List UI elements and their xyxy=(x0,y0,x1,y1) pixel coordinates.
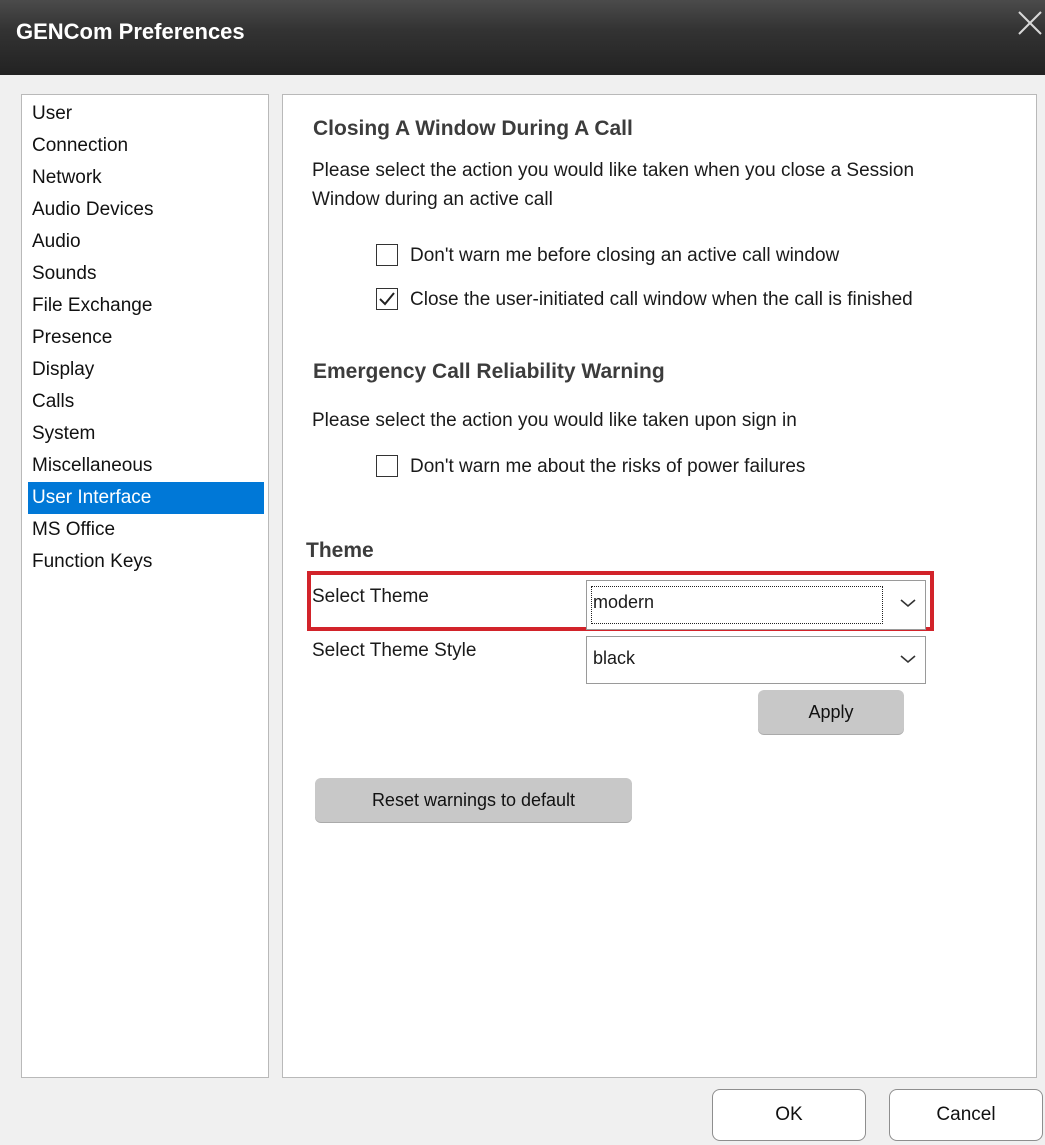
closing-section-heading: Closing A Window During A Call xyxy=(313,117,633,140)
nav-item-ms-office[interactable]: MS Office xyxy=(28,514,264,546)
nav-item-label: Network xyxy=(32,167,102,188)
nav-item-label: System xyxy=(32,423,96,444)
select-theme-dropdown[interactable]: modern xyxy=(586,580,926,630)
nav-item-display[interactable]: Display xyxy=(28,354,264,386)
nav-item-user[interactable]: User xyxy=(28,98,264,130)
closing-description-line2: Window during an active call xyxy=(312,189,553,210)
dont-warn-closing-checkbox[interactable] xyxy=(376,244,398,266)
nav-item-label: User Interface xyxy=(32,487,152,508)
nav-item-function-keys[interactable]: Function Keys xyxy=(28,546,264,578)
nav-item-label: File Exchange xyxy=(32,295,153,316)
nav-item-label: Presence xyxy=(32,327,113,348)
nav-item-label: Calls xyxy=(32,391,75,412)
close-call-window-label: Close the user-initiated call window whe… xyxy=(410,289,913,310)
nav-item-label: User xyxy=(32,103,73,124)
closing-description-line1: Please select the action you would like … xyxy=(312,160,915,181)
nav-item-connection[interactable]: Connection xyxy=(28,130,264,162)
nav-item-calls[interactable]: Calls xyxy=(28,386,264,418)
nav-item-user-interface[interactable]: User Interface xyxy=(28,482,264,514)
nav-item-presence[interactable]: Presence xyxy=(28,322,264,354)
theme-section-heading: Theme xyxy=(306,539,374,562)
nav-item-label: Audio xyxy=(32,231,81,252)
checkmark-icon xyxy=(379,292,395,306)
title-bar: GENCom Preferences xyxy=(0,0,1045,75)
chevron-down-icon xyxy=(900,655,916,664)
nav-item-miscellaneous[interactable]: Miscellaneous xyxy=(28,450,264,482)
select-theme-style-dropdown[interactable]: black xyxy=(586,636,926,684)
emergency-description: Please select the action you would like … xyxy=(312,410,797,431)
nav-item-audio[interactable]: Audio xyxy=(28,226,264,258)
nav-item-file-exchange[interactable]: File Exchange xyxy=(28,290,264,322)
reset-warnings-button[interactable]: Reset warnings to default xyxy=(315,778,632,822)
nav-item-label: Audio Devices xyxy=(32,199,154,220)
close-call-window-checkbox[interactable] xyxy=(376,288,398,310)
select-theme-style-label: Select Theme Style xyxy=(312,640,477,661)
dont-warn-closing-label: Don't warn me before closing an active c… xyxy=(410,245,840,266)
nav-item-label: Display xyxy=(32,359,95,380)
dont-warn-power-label: Don't warn me about the risks of power f… xyxy=(410,456,806,477)
nav-item-audio-devices[interactable]: Audio Devices xyxy=(28,194,264,226)
nav-item-label: Connection xyxy=(32,135,129,156)
nav-item-label: Miscellaneous xyxy=(32,455,153,476)
nav-item-label: Function Keys xyxy=(32,551,153,572)
chevron-down-icon xyxy=(900,599,916,608)
dont-warn-power-checkbox[interactable] xyxy=(376,455,398,477)
select-theme-value: modern xyxy=(593,592,655,612)
nav-item-system[interactable]: System xyxy=(28,418,264,450)
nav-item-sounds[interactable]: Sounds xyxy=(28,258,264,290)
preferences-nav: User Connection Network Audio Devices Au… xyxy=(21,94,269,1078)
nav-item-network[interactable]: Network xyxy=(28,162,264,194)
window-title: GENCom Preferences xyxy=(16,19,245,44)
nav-item-label: Sounds xyxy=(32,263,97,284)
cancel-button[interactable]: Cancel xyxy=(889,1089,1043,1141)
select-theme-style-value: black xyxy=(593,648,636,668)
emergency-section-heading: Emergency Call Reliability Warning xyxy=(313,360,665,383)
nav-item-label: MS Office xyxy=(32,519,116,540)
ok-button[interactable]: OK xyxy=(712,1089,866,1141)
close-icon[interactable] xyxy=(1015,8,1045,38)
select-theme-label: Select Theme xyxy=(312,586,429,607)
apply-button[interactable]: Apply xyxy=(758,690,904,734)
